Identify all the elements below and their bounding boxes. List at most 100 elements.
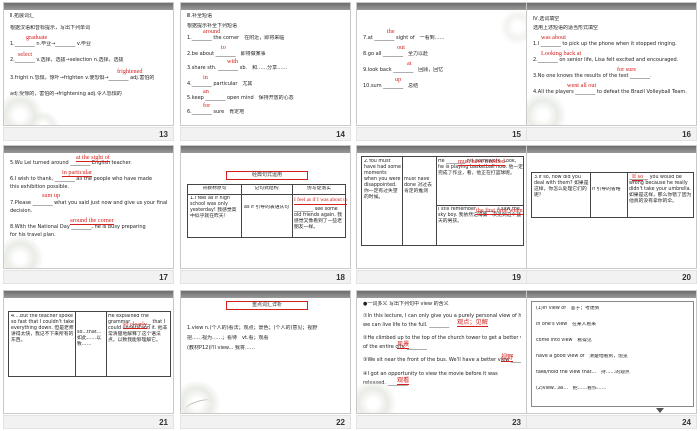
slide-text: this exhibition possible. bbox=[10, 184, 70, 190]
slide-text: 根据汉语和音标提示，写出下列单词 bbox=[10, 25, 91, 31]
table-header: 仿写促落实 bbox=[307, 186, 331, 191]
answer-text: the bbox=[387, 28, 395, 35]
answer-text: around the corner bbox=[70, 217, 114, 225]
slide-footer: 15 bbox=[356, 127, 527, 141]
slide-thumbnail-22[interactable]: 重点词汇详析 1.view n.(个人的)看法；观点；景色；(个人的)意见；视野… bbox=[180, 290, 351, 429]
slide-thumbnail-14[interactable]: Ⅲ.补全短语 根据提示补全下列短语 1.________ the corner … bbox=[180, 2, 351, 141]
slide-footer: 21 bbox=[3, 415, 174, 429]
table-divider bbox=[402, 157, 403, 245]
slide-thumbnail-17[interactable]: 5.Wu Lei turned around ________ English … bbox=[3, 145, 174, 284]
slide-body: 7.at ________ sight of 一看到…… 8.go all __… bbox=[356, 2, 527, 126]
slide-text: of the entire city. ________ bbox=[363, 344, 427, 350]
table-divider bbox=[292, 185, 293, 237]
table-cell: if 引导的省略 bbox=[592, 187, 621, 192]
slide-thumbnail-18[interactable]: 经典句式运用 背教材原句 记句式结构 仿写促落实 1.I feel as if … bbox=[180, 145, 351, 284]
answer-text: select bbox=[18, 51, 33, 58]
slide-text: 7.at ________ sight of 一看到…… bbox=[363, 35, 445, 41]
table-cell: 3.If so, how did you deal with them? 如果是… bbox=[534, 175, 589, 198]
slide-text: 选用上述短语的适当形式填空 bbox=[533, 25, 599, 31]
slide-body: Ⅲ.补全短语 根据提示补全下列短语 1.________ the corner … bbox=[180, 2, 351, 126]
slide-text: 6.________ sure 肯定地 bbox=[187, 109, 245, 115]
slide-thumbnail-21[interactable]: 4....but the teacher spoke so fast that … bbox=[3, 290, 174, 429]
table-divider bbox=[75, 312, 76, 376]
page-number: 23 bbox=[512, 418, 521, 427]
sentence-table: 背教材原句 记句式结构 仿写促落实 1.I feel as if high sc… bbox=[187, 184, 348, 238]
page-number: 20 bbox=[682, 273, 691, 282]
slide-footer: 13 bbox=[3, 127, 174, 141]
answer-text: I feel as if I was about to bbox=[294, 197, 348, 205]
slide-body: Ⅳ.选词填空 选用上述短语的适当形式填空 1.I ________ to pic… bbox=[526, 2, 697, 126]
answer-text: around bbox=[203, 28, 221, 35]
slide-thumbnail-13[interactable]: Ⅱ.拓展词汇 根据汉语和音标提示，写出下列单词 1.________ n.毕业→… bbox=[3, 2, 174, 141]
slide-text: ①In this lecture, I can only give you a … bbox=[363, 313, 521, 319]
slide-text: 1.view n.(个人的)看法；观点；景色；(个人的)意见；视野 bbox=[187, 325, 318, 331]
table-header: 记句式结构 bbox=[254, 186, 279, 191]
slide-thumbnail-23[interactable]: ●一词多义 写出下列句中 view 的含义 ①In this lecture, … bbox=[356, 290, 527, 429]
page-number: 14 bbox=[336, 130, 345, 139]
table-divider bbox=[241, 185, 242, 237]
slide-text: 2.be about ________ 即将做某事 bbox=[187, 51, 266, 57]
answer-text: so clearly bbox=[123, 321, 147, 329]
slide-footer: 16 bbox=[526, 127, 697, 141]
page-number: 18 bbox=[336, 273, 345, 282]
slide-body: ●一词多义 写出下列句中 view 的含义 ①In this lecture, … bbox=[356, 290, 527, 414]
slide-text: 9.look back ________ 回顾，回忆 bbox=[363, 67, 444, 73]
answer-text: went all out bbox=[567, 82, 597, 89]
table-cell: have a good view of 清楚地看到，饱览 bbox=[536, 354, 628, 359]
answer-text: 风景 bbox=[397, 341, 410, 349]
section-banner: 经典句式运用 bbox=[226, 171, 308, 180]
table-cell: come into view 看得见 bbox=[536, 338, 592, 343]
sentence-table: 4....but the teacher spoke so fast that … bbox=[8, 311, 171, 377]
slide-body: 2.You must have had some moments when yo… bbox=[356, 145, 527, 269]
table-cell: take/hold the view that... 持……的观点 bbox=[536, 370, 630, 375]
answer-text: an bbox=[203, 88, 209, 95]
slide-thumbnail-20[interactable]: 3.If so, how did you deal with them? 如果是… bbox=[526, 145, 697, 284]
slide-thumbnail-24[interactable]: (1)in view of 鉴于；考虑到 in one's view 在某人看来… bbox=[526, 290, 697, 429]
table-cell: (1)in view of 鉴于；考虑到 bbox=[536, 306, 600, 311]
answer-text: up bbox=[395, 76, 402, 83]
slide-body: 经典句式运用 背教材原句 记句式结构 仿写促落实 1.I feel as if … bbox=[180, 145, 351, 269]
answer-text: 视野 bbox=[501, 354, 514, 362]
table-header: 背教材原句 bbox=[202, 186, 227, 191]
slide-body: 4....but the teacher spoke so fast that … bbox=[3, 290, 174, 414]
answer-text: 观看 bbox=[397, 377, 410, 385]
slide-footer: 14 bbox=[180, 127, 351, 141]
table-cell: (2)view...as... 把……看作…… bbox=[536, 386, 607, 391]
slide-thumbnail-15[interactable]: 7.at ________ sight of 一看到…… 8.go all __… bbox=[356, 2, 527, 141]
table-divider bbox=[188, 194, 345, 195]
answer-text: out bbox=[397, 44, 405, 51]
table-cell: in one's view 在某人看来 bbox=[536, 322, 596, 327]
answer-text: Looking back at bbox=[541, 50, 582, 57]
section-banner: 重点词汇详析 bbox=[226, 301, 308, 310]
table-divider bbox=[627, 173, 628, 217]
answer-text: for sure bbox=[617, 66, 637, 73]
page-number: 19 bbox=[512, 273, 521, 282]
slide-text: 1.I ________ to pick up the phone when i… bbox=[533, 41, 677, 47]
slide-text: Ⅳ.选词填空 bbox=[533, 16, 560, 22]
table-cell: ________ you would be wrong because he r… bbox=[629, 175, 692, 204]
slide-text: ④I got an opportunity to view the movie … bbox=[363, 371, 498, 377]
answer-text: sum up bbox=[42, 192, 61, 199]
slide-text: 2.________ on senior life, Lisa felt exc… bbox=[533, 57, 679, 63]
table-divider bbox=[106, 312, 107, 376]
slide-text: 5.keep ________ open mind 保持开放的心态 bbox=[187, 95, 294, 101]
slide-thumbnail-19[interactable]: 2.You must have had some moments when yo… bbox=[356, 145, 527, 284]
answer-text: in particular bbox=[62, 169, 93, 177]
flower-decoration bbox=[527, 93, 567, 125]
table-divider bbox=[590, 173, 591, 217]
slide-text: 2.________ v.选择，选拔→selection n.选择，选拔 bbox=[10, 57, 124, 63]
page-number: 15 bbox=[512, 130, 521, 139]
slide-text: (教材P12)I'll view... 我将…… bbox=[187, 345, 255, 351]
table-cell: must have done 对过去肯定的推测 bbox=[404, 177, 432, 194]
page-number: 17 bbox=[159, 273, 168, 282]
table-cell: 2.You must have had some moments when yo… bbox=[364, 159, 401, 200]
answer-text: 观点；见解 bbox=[457, 319, 488, 327]
slide-body: Ⅱ.拓展词汇 根据汉语和音标提示，写出下列单词 1.________ n.毕业→… bbox=[3, 2, 174, 126]
slide-text: decision. bbox=[10, 208, 33, 214]
slide-body: 重点词汇详析 1.view n.(个人的)看法；观点；景色；(个人的)意见；视野… bbox=[180, 290, 351, 414]
slide-text: ●一词多义 写出下列句中 view 的含义 bbox=[363, 301, 449, 307]
answer-text: at bbox=[407, 60, 412, 67]
sentence-table: 3.If so, how did you deal with them? 如果是… bbox=[531, 172, 694, 218]
slide-thumbnail-16[interactable]: Ⅳ.选词填空 选用上述短语的适当形式填空 1.I ________ to pic… bbox=[526, 2, 697, 141]
table-divider bbox=[436, 157, 437, 245]
